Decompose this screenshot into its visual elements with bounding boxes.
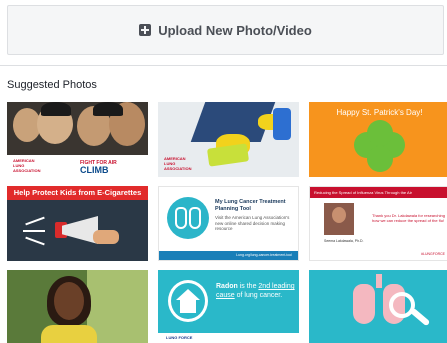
cloth-shape <box>206 143 250 167</box>
divider <box>0 65 447 66</box>
photo-tile-radon[interactable]: Radon is the 2nd leading cause of lung c… <box>158 270 299 343</box>
sound-line <box>25 216 45 226</box>
tile-subtitle: Visit the American Lung Association's ne… <box>215 215 290 231</box>
suggested-photos-title: Suggested Photos <box>7 79 97 91</box>
hand-shape <box>93 230 119 244</box>
lung-force-logo: LUNG FORCE <box>166 335 193 340</box>
org-logo-text: AMERICAN LUNG ASSOCIATION <box>164 156 192 171</box>
sound-line <box>25 236 45 246</box>
clothing-shape <box>41 325 97 343</box>
bottle-shape <box>273 108 291 140</box>
upload-new-photo-video-button[interactable]: Upload New Photo/Video <box>7 5 444 55</box>
trachea-shape <box>376 274 382 288</box>
climb-text: CLIMB <box>80 165 109 175</box>
hashtag: #LUNGFORCE <box>421 252 445 256</box>
tile-headline: Help Protect Kids from E-Cigarettes <box>7 186 148 200</box>
house-body <box>180 300 196 313</box>
tile-footer-text: Lung.org/lung-cancer-treatment-tool <box>236 253 292 257</box>
photo-tile-lung-cancer-tool[interactable]: My Lung Cancer Treatment Planning Tool V… <box>158 186 299 261</box>
photo-tile-lungs-magnifier[interactable] <box>309 270 447 343</box>
plus-square-icon <box>139 24 152 36</box>
tile-footer: LUNG FORCE <box>158 333 299 343</box>
clover-icon <box>367 120 393 146</box>
photo-tile-influenza[interactable]: Reducing the Spread of Influenza Virus T… <box>309 186 447 261</box>
photo-tile-cleaning[interactable]: AMERICAN LUNG ASSOCIATION <box>158 102 299 177</box>
radon-text-part: is the <box>237 283 259 290</box>
photo-tile-woman-portrait[interactable] <box>7 270 148 343</box>
lungs-icon <box>167 197 209 239</box>
house-roof <box>176 289 200 300</box>
radon-text-part: of lung cancer. <box>234 291 283 299</box>
tile-quote: Thank you Dr. Lakdawala for researching … <box>372 213 445 223</box>
photo-tile-firefighters[interactable]: AMERICAN LUNG ASSOCIATION FIGHT FOR AIR … <box>7 102 148 177</box>
lung-left <box>353 284 375 324</box>
researcher-name: Seema Lakdawala, Ph.D. <box>324 239 364 243</box>
face-shape <box>54 282 84 320</box>
tile-footer: Lung.org/lung-cancer-treatment-tool <box>159 251 298 260</box>
photo-tile-e-cigarettes[interactable]: Help Protect Kids from E-Cigarettes <box>7 186 148 261</box>
tile-headline: Happy St. Patrick's Day! <box>336 108 423 117</box>
tile-title: My Lung Cancer Treatment Planning Tool <box>215 199 286 212</box>
radon-text: Radon is the 2nd leading cause of lung c… <box>216 283 296 300</box>
magnifier-handle <box>409 307 431 327</box>
clover-icon <box>367 146 393 172</box>
sound-line <box>23 230 45 232</box>
photo-tile-st-patricks[interactable]: Happy St. Patrick's Day! <box>309 102 447 177</box>
radon-word: Radon <box>216 283 238 290</box>
org-logo-text: AMERICAN LUNG ASSOCIATION <box>13 158 41 173</box>
researcher-face <box>332 207 346 223</box>
tile-headline: Reducing the Spread of Influenza Virus T… <box>310 187 447 198</box>
upload-label: Upload New Photo/Video <box>158 22 312 38</box>
